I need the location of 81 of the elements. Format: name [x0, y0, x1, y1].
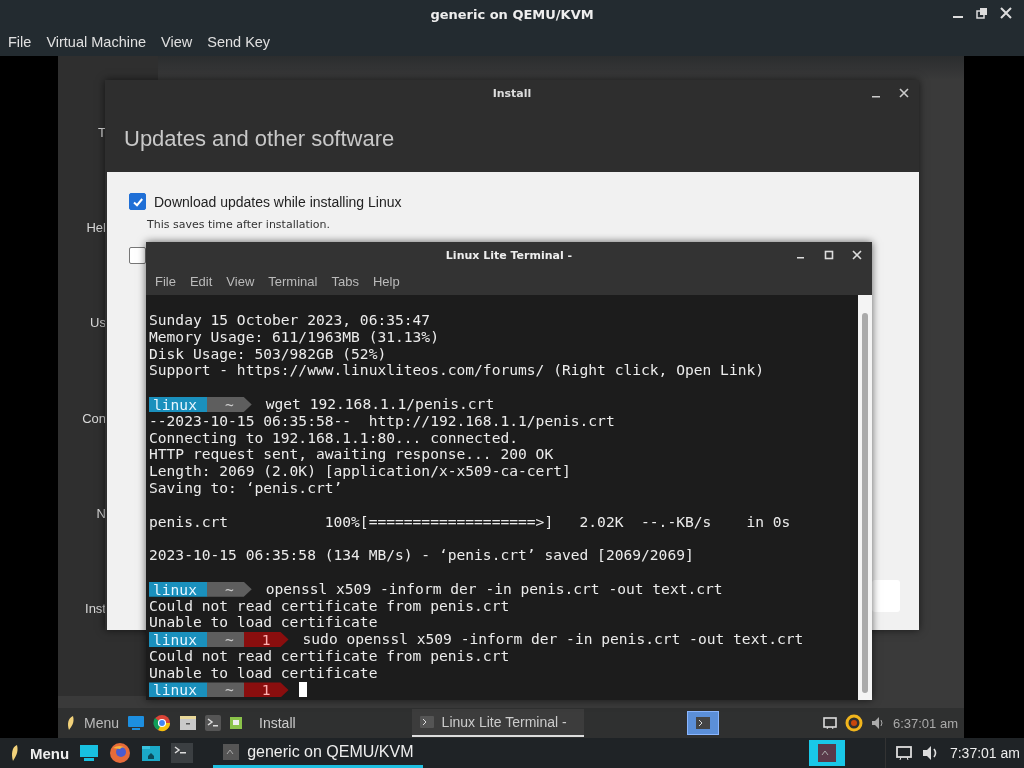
home-folder-icon[interactable]: [141, 744, 162, 762]
terminal-output-line: Length: 2069 (2.0K) [application/x-x509-ca-cert]: [149, 463, 572, 480]
scrollbar[interactable]: [858, 295, 872, 700]
terminal-output-line: Could not read certificate from penis.crt: [149, 647, 511, 665]
close-icon[interactable]: [1000, 7, 1012, 19]
terminal-output-line: HTTP request sent, awaiting response... 200 OK: [149, 446, 555, 464]
display-icon[interactable]: [822, 716, 837, 730]
prompt-directory-segment: ~: [206, 581, 252, 597]
workspace-switcher[interactable]: [808, 740, 845, 766]
terminal-output-line: Could not read certificate from penis.crt: [149, 597, 511, 615]
terminal-output-line: Disk Usage: 503/982GB (52%): [149, 345, 388, 363]
workspace-switcher[interactable]: [687, 711, 720, 735]
terminal-output-line: Unable to load certificate: [149, 614, 379, 632]
menu-item[interactable]: Tabs: [331, 274, 359, 289]
terminal-output-line: Unable to load certificate: [149, 664, 379, 682]
installer-icon[interactable]: [229, 715, 244, 731]
option-description: This saves time after installation.: [147, 218, 332, 231]
menu-item[interactable]: View: [226, 274, 255, 289]
terminal-output-line: Memory Usage: 611/1963MB (31.13%): [149, 328, 440, 346]
terminal-output-line: --2023-10-15 06:35:58-- http://192.168.1.1/penis.crt: [149, 412, 616, 430]
window-label: Con: [82, 410, 106, 428]
menu-button[interactable]: Menu: [84, 715, 120, 731]
menu-item[interactable]: Virtual Machine: [46, 34, 147, 50]
terminal-icon[interactable]: [205, 715, 222, 731]
prompt-directory-segment: ~: [206, 396, 252, 412]
window-label: Hel: [86, 220, 106, 238]
page-heading: Updates and other software: [123, 125, 396, 153]
command-text: wget 192.168.1.1/penis.crt: [265, 396, 495, 413]
restore-icon[interactable]: [976, 7, 988, 19]
terminal-output-line: 2023-10-15 06:35:58 (134 MB/s) - ‘penis.crt’ saved [2069/2069]: [149, 547, 695, 564]
monitor-icon[interactable]: [127, 715, 146, 731]
folder-icon[interactable]: [179, 715, 198, 731]
checkbox-label[interactable]: Download updates while installing Linux: [154, 193, 402, 210]
menu-item[interactable]: File: [155, 274, 176, 289]
checkbox[interactable]: [129, 247, 146, 264]
terminal-icon: [419, 716, 434, 728]
command-text: openssl x509 -inform der -in penis.crt -out text.crt: [265, 580, 723, 598]
menu-item[interactable]: Terminal: [268, 274, 318, 289]
menu-item[interactable]: Edit: [189, 274, 213, 289]
window-icon: [817, 744, 836, 762]
window-title: Install: [492, 86, 532, 100]
menu-item[interactable]: Send Key: [207, 34, 271, 50]
display-icon[interactable]: [895, 745, 912, 761]
browser-icon[interactable]: [153, 714, 172, 732]
terminal-output-line: Sunday 15 October 2023, 06:35:47: [149, 312, 432, 329]
window-label: T: [98, 125, 106, 142]
prompt-status-segment: 1: [243, 632, 289, 648]
window-icon: [223, 743, 240, 760]
terminal-icon: [696, 717, 711, 729]
firefox-icon[interactable]: [109, 742, 132, 764]
terminal-output-line: Saving to: ‘penis.crt’: [149, 479, 343, 497]
close-icon[interactable]: [852, 250, 862, 260]
terminal-icon[interactable]: [171, 743, 194, 763]
window-label: Us: [90, 315, 106, 333]
checkbox[interactable]: [129, 193, 146, 210]
menu-item[interactable]: File: [8, 34, 32, 50]
taskbar-task[interactable]: generic on QEMU/KVM: [213, 738, 424, 768]
monitor-icon[interactable]: [79, 744, 100, 762]
terminal-output-line: penis.crt 100%[===================>] 2.02K --.-KB/s in 0s: [149, 513, 792, 531]
clock[interactable]: 7:37:01 am: [949, 745, 1020, 761]
window-label: Inst: [85, 600, 106, 618]
terminal-output-line: Connecting to 192.168.1.1:80... connected.: [149, 429, 519, 447]
leaf-icon[interactable]: [10, 744, 20, 762]
window-label: N: [96, 505, 106, 523]
maximize-icon[interactable]: [824, 250, 834, 260]
taskbar-task[interactable]: Linux Lite Terminal -: [411, 709, 584, 737]
terminal-output-line: Support - https://www.linuxliteos.com/forums/ (Right click, Open Link): [149, 362, 766, 380]
menu-item[interactable]: View: [161, 34, 193, 50]
menu-button[interactable]: Menu: [30, 744, 70, 762]
leaf-icon[interactable]: [66, 715, 76, 731]
checkmark-icon: [131, 195, 144, 208]
close-icon[interactable]: [899, 88, 909, 98]
taskbar-task[interactable]: Install: [251, 709, 304, 737]
command-text: sudo openssl x509 -inform der -in penis.crt -out text.crt: [302, 631, 804, 648]
window-title: generic on QEMU/KVM: [430, 6, 594, 22]
update-icon[interactable]: [844, 714, 863, 732]
prompt-status-segment: 1: [243, 682, 289, 698]
window-title: Linux Lite Terminal -: [445, 248, 573, 262]
clock[interactable]: 6:37:01 am: [892, 715, 958, 731]
menu-item[interactable]: Help: [372, 274, 400, 289]
volume-icon[interactable]: [870, 716, 885, 730]
